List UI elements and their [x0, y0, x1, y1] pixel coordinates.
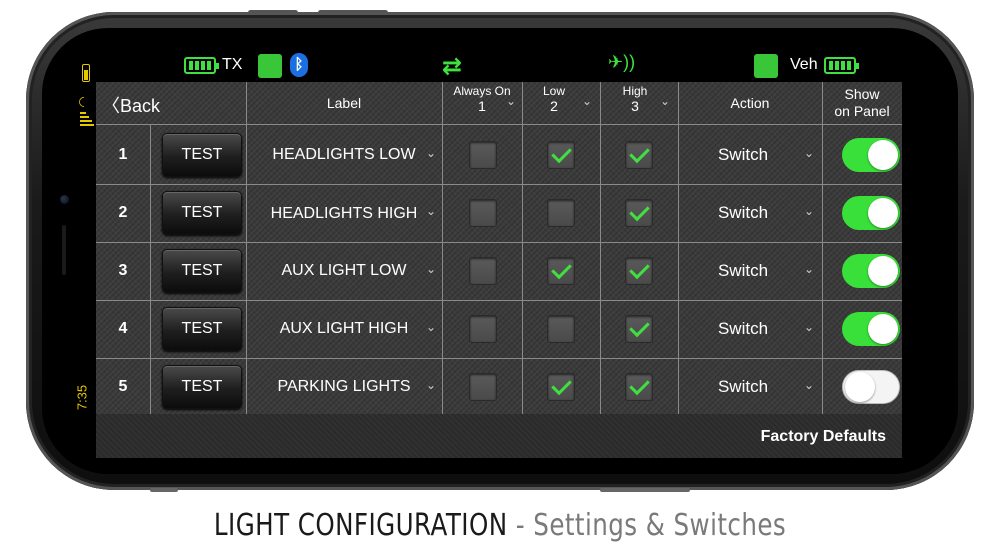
- test-button[interactable]: TEST: [162, 133, 242, 177]
- show-title-1: Show: [844, 86, 880, 102]
- status-time: 7:35: [74, 384, 90, 411]
- light-label-select[interactable]: HEADLIGHTS LOW: [246, 126, 442, 184]
- app-screen: TX ᛒ ⇄ ✈)) Veh 〈Back Label Always On 1 ⌄…: [96, 48, 902, 458]
- low-checkbox[interactable]: [547, 141, 575, 169]
- row-number: 3: [118, 262, 128, 279]
- row-number: 4: [118, 320, 128, 337]
- camera-icon: [60, 195, 69, 204]
- test-button[interactable]: TEST: [162, 365, 242, 409]
- light-label-select[interactable]: AUX LIGHT LOW: [246, 242, 442, 300]
- header-divider: [96, 124, 902, 125]
- table-row: 4 TEST AUX LIGHT HIGH ⌄ Switch ⌄: [96, 300, 902, 358]
- chevron-down-icon: ⌄: [804, 146, 815, 160]
- chevron-down-icon: ⌄: [506, 94, 517, 108]
- tx-battery-icon: [184, 57, 219, 74]
- show-on-panel-toggle[interactable]: [842, 312, 900, 346]
- chevron-down-icon: ⌄: [804, 378, 815, 392]
- action-select[interactable]: Switch: [678, 300, 822, 358]
- vehicle-battery-icon: [824, 57, 859, 74]
- show-on-panel-column-header: Show on Panel: [822, 82, 902, 124]
- chevron-left-icon: 〈: [102, 96, 120, 116]
- bluetooth-icon: ᛒ: [290, 53, 308, 77]
- chevron-down-icon: ⌄: [660, 94, 671, 108]
- show-on-panel-toggle[interactable]: [842, 254, 900, 288]
- light-label-select[interactable]: HEADLIGHTS HIGH: [246, 184, 442, 242]
- always-on-checkbox[interactable]: [469, 373, 497, 401]
- action-select[interactable]: Switch: [678, 184, 822, 242]
- transmitter-icon: [258, 54, 282, 78]
- veh-label: Veh: [790, 56, 818, 73]
- factory-defaults-button[interactable]: Factory Defaults: [761, 428, 886, 446]
- device-battery-icon: [82, 64, 90, 82]
- top-status-bar: TX ᛒ ⇄ ✈)) Veh: [96, 48, 902, 82]
- caption-title: LIGHT CONFIGURATION: [213, 508, 508, 543]
- chevron-down-icon: ⌄: [804, 204, 815, 218]
- low-checkbox[interactable]: [547, 199, 575, 227]
- show-title-2: on Panel: [834, 103, 890, 119]
- test-button[interactable]: TEST: [162, 249, 242, 293]
- show-on-panel-toggle[interactable]: [842, 138, 900, 172]
- row-number: 5: [118, 378, 128, 395]
- caption-subtitle: - Settings & Switches: [507, 508, 787, 543]
- table-footer: Factory Defaults: [96, 414, 902, 458]
- chevron-down-icon: ⌄: [582, 94, 593, 108]
- always-on-checkbox[interactable]: [469, 257, 497, 285]
- light-label-select[interactable]: PARKING LIGHTS: [246, 358, 442, 416]
- chevron-down-icon: ⌄: [426, 146, 437, 160]
- back-label: Back: [120, 96, 161, 116]
- table-header: 〈Back Label Always On 1 ⌄ Low 2 ⌄ High 3…: [96, 82, 902, 124]
- chevron-down-icon: ⌄: [804, 320, 815, 334]
- action-column-header: Action: [730, 95, 770, 111]
- cell-signal-icon: [80, 112, 94, 128]
- high-checkbox[interactable]: [625, 315, 653, 343]
- wifi-icon: ◠: [75, 96, 91, 108]
- action-select[interactable]: Switch: [678, 126, 822, 184]
- show-on-panel-toggle[interactable]: [842, 370, 900, 404]
- high-checkbox[interactable]: [625, 199, 653, 227]
- always-on-checkbox[interactable]: [469, 315, 497, 343]
- show-on-panel-toggle[interactable]: [842, 196, 900, 230]
- low-checkbox[interactable]: [547, 315, 575, 343]
- table-row: 1 TEST HEADLIGHTS LOW ⌄ Switch ⌄: [96, 126, 902, 184]
- test-button[interactable]: TEST: [162, 307, 242, 351]
- low-number: 2: [550, 98, 558, 114]
- test-button[interactable]: TEST: [162, 191, 242, 235]
- table-row: 3 TEST AUX LIGHT LOW ⌄ Switch ⌄: [96, 242, 902, 300]
- action-select[interactable]: Switch: [678, 242, 822, 300]
- chevron-down-icon: ⌄: [426, 262, 437, 276]
- back-button[interactable]: 〈Back: [102, 92, 160, 118]
- always-on-checkbox[interactable]: [469, 199, 497, 227]
- speaker-grille: [62, 225, 66, 275]
- low-checkbox[interactable]: [547, 373, 575, 401]
- row-number: 2: [118, 204, 128, 221]
- low-checkbox[interactable]: [547, 257, 575, 285]
- action-select[interactable]: Switch: [678, 358, 822, 416]
- config-table: 〈Back Label Always On 1 ⌄ Low 2 ⌄ High 3…: [96, 82, 902, 458]
- low-title: Low: [542, 84, 565, 98]
- volume-button: [318, 10, 388, 15]
- chevron-down-icon: ⌄: [426, 378, 437, 392]
- high-checkbox[interactable]: [625, 257, 653, 285]
- label-column-header: Label: [326, 95, 362, 111]
- vehicle-icon: [754, 54, 778, 78]
- high-checkbox[interactable]: [625, 141, 653, 169]
- chevron-down-icon: ⌄: [426, 204, 437, 218]
- volume-button: [248, 10, 298, 15]
- satellite-signal-icon: ✈)): [608, 52, 636, 72]
- high-checkbox[interactable]: [625, 373, 653, 401]
- page-caption: LIGHT CONFIGURATION - Settings & Switche…: [90, 508, 910, 543]
- side-button: [600, 488, 690, 492]
- light-label-select[interactable]: AUX LIGHT HIGH: [246, 300, 442, 358]
- chevron-down-icon: ⌄: [426, 320, 437, 334]
- table-row: 2 TEST HEADLIGHTS HIGH ⌄ Switch ⌄: [96, 184, 902, 242]
- always-on-checkbox[interactable]: [469, 141, 497, 169]
- row-number: 1: [118, 146, 128, 163]
- sync-arrows-icon: ⇄: [442, 53, 463, 80]
- tx-label: TX: [222, 56, 243, 73]
- silent-switch: [150, 488, 178, 492]
- table-row: 5 TEST PARKING LIGHTS ⌄ Switch ⌄: [96, 358, 902, 416]
- chevron-down-icon: ⌄: [804, 262, 815, 276]
